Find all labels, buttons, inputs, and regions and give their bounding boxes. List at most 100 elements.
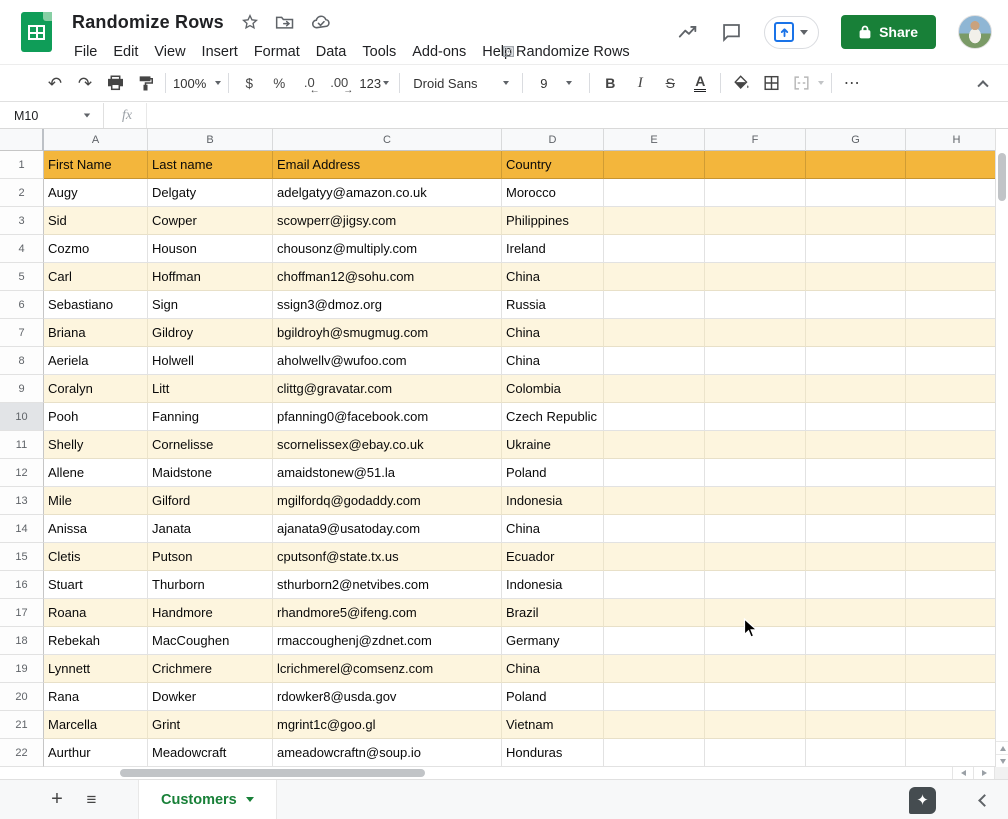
cell-A4[interactable]: Cozmo xyxy=(44,235,148,263)
cell-C15[interactable]: cputsonf@state.tx.us xyxy=(273,543,502,571)
cell-B15[interactable]: Putson xyxy=(148,543,273,571)
cell-B7[interactable]: Gildroy xyxy=(148,319,273,347)
cell-E4[interactable] xyxy=(604,235,705,263)
cell-G14[interactable] xyxy=(806,515,906,543)
cell-E15[interactable] xyxy=(604,543,705,571)
cell-D14[interactable]: China xyxy=(502,515,604,543)
cell-A8[interactable]: Aeriela xyxy=(44,347,148,375)
format-currency-button[interactable]: $ xyxy=(236,70,262,96)
cell-C4[interactable]: chousonz@multiply.com xyxy=(273,235,502,263)
cell-H14[interactable] xyxy=(906,515,1008,543)
cell-F2[interactable] xyxy=(705,179,806,207)
cell-G4[interactable] xyxy=(806,235,906,263)
cell-D2[interactable]: Morocco xyxy=(502,179,604,207)
row-header-11[interactable]: 11 xyxy=(0,431,44,459)
cell-C5[interactable]: choffman12@sohu.com xyxy=(273,263,502,291)
cell-A13[interactable]: Mile xyxy=(44,487,148,515)
cell-A14[interactable]: Anissa xyxy=(44,515,148,543)
cell-H21[interactable] xyxy=(906,711,1008,739)
cell-E8[interactable] xyxy=(604,347,705,375)
cloud-saved-icon[interactable] xyxy=(311,13,332,31)
cell-H16[interactable] xyxy=(906,571,1008,599)
cell-E22[interactable] xyxy=(604,739,705,767)
cell-B22[interactable]: Meadowcraft xyxy=(148,739,273,767)
cell-C22[interactable]: ameadowcraftn@soup.io xyxy=(273,739,502,767)
cell-D3[interactable]: Philippines xyxy=(502,207,604,235)
cell-F3[interactable] xyxy=(705,207,806,235)
cell-B11[interactable]: Cornelisse xyxy=(148,431,273,459)
cell-H17[interactable] xyxy=(906,599,1008,627)
cell-G19[interactable] xyxy=(806,655,906,683)
cell-C13[interactable]: mgilfordq@godaddy.com xyxy=(273,487,502,515)
cell-D12[interactable]: Poland xyxy=(502,459,604,487)
cell-A9[interactable]: Coralyn xyxy=(44,375,148,403)
sheet-tab-customers[interactable]: Customers xyxy=(138,780,277,819)
cell-B12[interactable]: Maidstone xyxy=(148,459,273,487)
cell-D6[interactable]: Russia xyxy=(502,291,604,319)
menu-item-view[interactable]: View xyxy=(146,42,193,62)
paint-format-button[interactable] xyxy=(132,70,158,96)
cell-C18[interactable]: rmaccoughenj@zdnet.com xyxy=(273,627,502,655)
cell-G10[interactable] xyxy=(806,403,906,431)
cell-G15[interactable] xyxy=(806,543,906,571)
cell-B4[interactable]: Houson xyxy=(148,235,273,263)
sheet-activity-icon[interactable] xyxy=(677,22,699,42)
row-header-12[interactable]: 12 xyxy=(0,459,44,487)
cell-H20[interactable] xyxy=(906,683,1008,711)
horizontal-scrollbar-thumb[interactable] xyxy=(120,769,425,777)
cell-E18[interactable] xyxy=(604,627,705,655)
cell-H6[interactable] xyxy=(906,291,1008,319)
cell-H15[interactable] xyxy=(906,543,1008,571)
cell-F9[interactable] xyxy=(705,375,806,403)
cell-B10[interactable]: Fanning xyxy=(148,403,273,431)
cell-F1[interactable] xyxy=(705,151,806,179)
cell-F7[interactable] xyxy=(705,319,806,347)
cell-D8[interactable]: China xyxy=(502,347,604,375)
cell-F12[interactable] xyxy=(705,459,806,487)
bold-button[interactable]: B xyxy=(597,70,623,96)
scroll-left-button[interactable] xyxy=(953,767,974,779)
cell-B1[interactable]: Last name xyxy=(148,151,273,179)
name-box[interactable]: M10 xyxy=(0,103,104,128)
row-header-3[interactable]: 3 xyxy=(0,207,44,235)
cell-F16[interactable] xyxy=(705,571,806,599)
cell-H8[interactable] xyxy=(906,347,1008,375)
column-header-g[interactable]: G xyxy=(806,129,906,151)
cell-B6[interactable]: Sign xyxy=(148,291,273,319)
cell-E14[interactable] xyxy=(604,515,705,543)
vertical-scrollbar[interactable] xyxy=(995,129,1008,767)
cell-D13[interactable]: Indonesia xyxy=(502,487,604,515)
cell-F8[interactable] xyxy=(705,347,806,375)
cell-C7[interactable]: bgildroyh@smugmug.com xyxy=(273,319,502,347)
cell-H4[interactable] xyxy=(906,235,1008,263)
cell-E5[interactable] xyxy=(604,263,705,291)
cell-A21[interactable]: Marcella xyxy=(44,711,148,739)
cell-A17[interactable]: Roana xyxy=(44,599,148,627)
row-header-10[interactable]: 10 xyxy=(0,403,44,431)
cell-D10[interactable]: Czech Republic xyxy=(502,403,604,431)
menu-item-insert[interactable]: Insert xyxy=(194,42,246,62)
decrease-decimal-button[interactable]: .0← xyxy=(296,70,322,96)
cell-G13[interactable] xyxy=(806,487,906,515)
cell-E21[interactable] xyxy=(604,711,705,739)
row-header-16[interactable]: 16 xyxy=(0,571,44,599)
cell-F20[interactable] xyxy=(705,683,806,711)
cell-A2[interactable]: Augy xyxy=(44,179,148,207)
text-color-button[interactable]: A xyxy=(687,70,713,96)
cell-H10[interactable] xyxy=(906,403,1008,431)
cell-A7[interactable]: Briana xyxy=(44,319,148,347)
cell-E9[interactable] xyxy=(604,375,705,403)
cell-D16[interactable]: Indonesia xyxy=(502,571,604,599)
column-header-f[interactable]: F xyxy=(705,129,806,151)
cell-D11[interactable]: Ukraine xyxy=(502,431,604,459)
column-header-h[interactable]: H xyxy=(906,129,1008,151)
cell-C9[interactable]: clittg@gravatar.com xyxy=(273,375,502,403)
cell-F21[interactable] xyxy=(705,711,806,739)
cell-C12[interactable]: amaidstonew@51.la xyxy=(273,459,502,487)
hide-menus-button[interactable] xyxy=(972,72,994,94)
merge-cells-caret[interactable] xyxy=(818,81,824,85)
cell-B5[interactable]: Hoffman xyxy=(148,263,273,291)
cell-C17[interactable]: rhandmore5@ifeng.com xyxy=(273,599,502,627)
vertical-scrollbar-thumb[interactable] xyxy=(998,153,1006,201)
cell-E1[interactable] xyxy=(604,151,705,179)
